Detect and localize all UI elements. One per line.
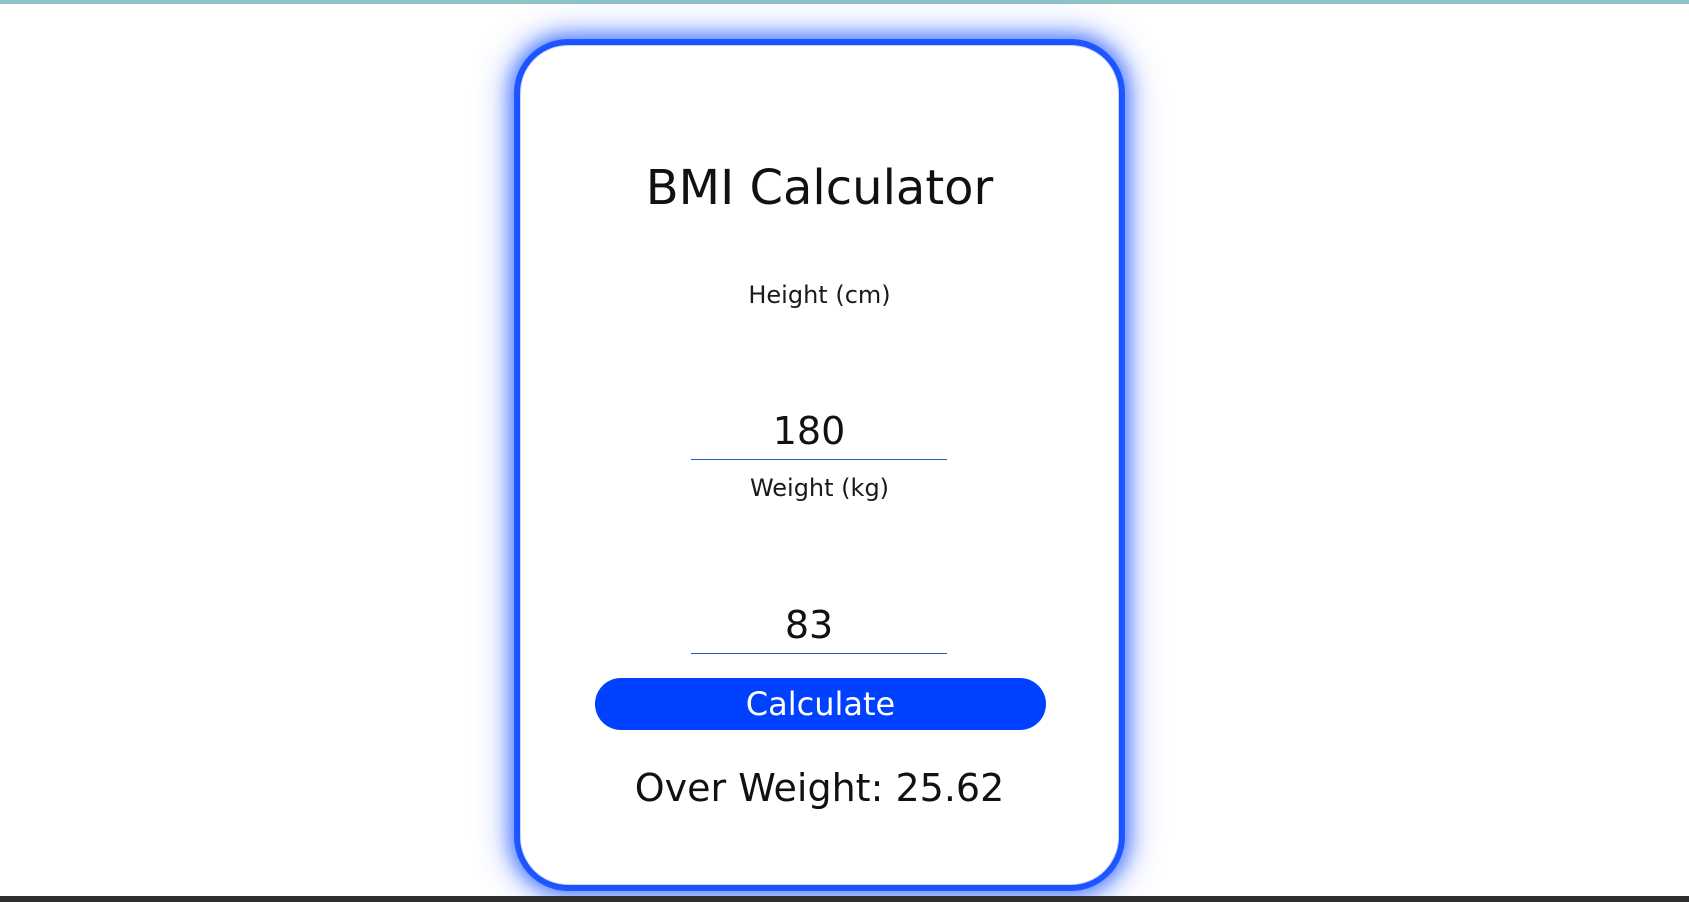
bmi-result-text: Over Weight: 25.62 (634, 766, 1005, 810)
weight-input[interactable] (691, 596, 947, 654)
height-input[interactable] (691, 402, 947, 460)
top-border-strip (0, 0, 1689, 4)
height-label: Height (cm) (748, 281, 891, 309)
page-title: BMI Calculator (645, 160, 994, 216)
weight-label: Weight (kg) (749, 474, 890, 502)
bottom-border-strip (0, 896, 1689, 902)
bmi-calculator-card: BMI Calculator Height (cm) Weight (kg) C… (520, 45, 1119, 885)
calculate-button[interactable]: Calculate (595, 678, 1046, 730)
